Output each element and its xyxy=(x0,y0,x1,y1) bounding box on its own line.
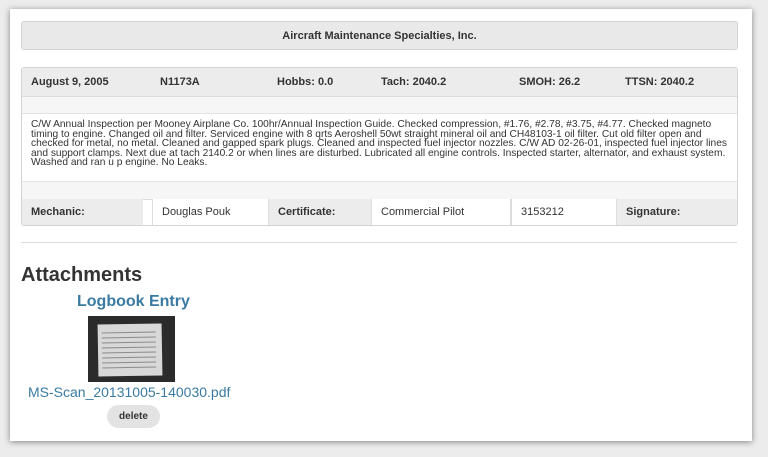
company-header: Aircraft Maintenance Specialties, Inc. xyxy=(21,21,738,50)
section-divider xyxy=(21,242,737,243)
hobbs-value: Hobbs: 0.0 xyxy=(277,76,334,88)
company-name: Aircraft Maintenance Specialties, Inc. xyxy=(282,29,477,42)
tach-value: Tach: 2040.2 xyxy=(381,76,447,88)
signature-label: Signature: xyxy=(617,199,737,225)
attachments-heading: Attachments xyxy=(21,264,143,286)
certificate-label: Certificate: xyxy=(269,199,371,225)
smoh-value: SMOH: 26.2 xyxy=(519,76,581,88)
certificate-type: Commercial Pilot xyxy=(371,199,511,225)
certificate-number: 3153212 xyxy=(511,199,617,225)
page-container: Aircraft Maintenance Specialties, Inc. A… xyxy=(10,9,752,441)
attachment-thumbnail[interactable] xyxy=(88,316,175,382)
attachment-filename-link[interactable]: MS-Scan_20131005-140030.pdf xyxy=(28,384,230,400)
tail-number: N1173A xyxy=(160,76,200,88)
ttsn-value: TTSN: 2040.2 xyxy=(625,76,695,88)
record-spacer-bottom xyxy=(22,181,737,200)
delete-button[interactable]: delete xyxy=(107,405,160,428)
work-description: C/W Annual Inspection per Mooney Airplan… xyxy=(31,119,727,169)
maintenance-record: August 9, 2005 N1173A Hobbs: 0.0 Tach: 2… xyxy=(21,67,738,226)
signature-row: Mechanic: Douglas Pouk Certificate: Comm… xyxy=(22,199,737,225)
mechanic-label: Mechanic: xyxy=(22,199,143,225)
scanned-page-image xyxy=(97,323,163,377)
mechanic-name: Douglas Pouk xyxy=(152,199,269,225)
attachment-title-link[interactable]: Logbook Entry xyxy=(77,293,190,311)
record-date: August 9, 2005 xyxy=(31,76,109,88)
record-meta-row: August 9, 2005 N1173A Hobbs: 0.0 Tach: 2… xyxy=(22,68,737,97)
record-spacer-top xyxy=(22,97,737,114)
